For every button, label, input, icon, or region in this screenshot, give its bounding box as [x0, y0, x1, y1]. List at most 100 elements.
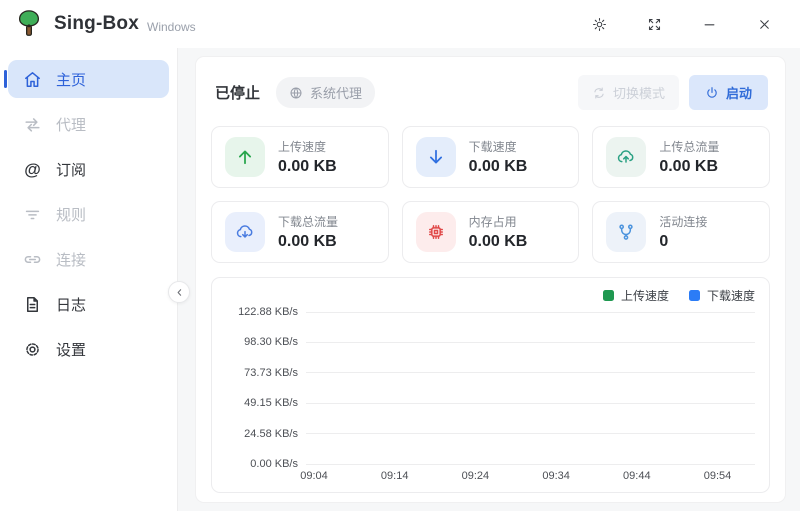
- sidebar-item-settings[interactable]: 设置: [8, 330, 169, 368]
- service-status: 已停止: [215, 82, 260, 103]
- sidebar-collapse-button[interactable]: [168, 281, 190, 303]
- traffic-chart-card: 上传速度 下载速度 122.88 KB/s 98.30 KB/s 73.73 KB/…: [211, 277, 770, 493]
- sidebar-item-label: 连接: [56, 249, 86, 270]
- gridline: [306, 312, 755, 313]
- gridline: [306, 372, 755, 373]
- sidebar-item-label: 代理: [56, 114, 86, 135]
- expand-icon: [647, 17, 662, 32]
- sidebar-item-proxy[interactable]: 代理: [8, 105, 169, 143]
- app-body: 主页 代理 @ 订阅 规则: [0, 48, 800, 511]
- system-proxy-badge[interactable]: 系统代理: [276, 77, 375, 108]
- stat-texts: 活动连接 0: [659, 213, 707, 251]
- stat-card-download-total: 下载总流量 0.00 KB: [211, 201, 389, 263]
- download-total-cloud-icon: [225, 212, 265, 252]
- app-window: Sing-Box Windows: [0, 0, 800, 511]
- sidebar-item-label: 订阅: [56, 159, 86, 180]
- home-icon: [23, 70, 42, 89]
- stat-label: 上传总流量: [659, 138, 719, 155]
- logs-document-icon: [23, 295, 42, 314]
- minimize-button[interactable]: [699, 14, 719, 34]
- x-axis-tick-label: 09:54: [704, 470, 732, 482]
- legend-label: 上传速度: [621, 287, 669, 304]
- sidebar-item-label: 日志: [56, 294, 86, 315]
- theme-toggle-button[interactable]: [589, 14, 609, 34]
- y-axis-tick-label: 73.73 KB/s: [226, 367, 306, 379]
- stat-value: 0.00 KB: [469, 158, 528, 176]
- stat-card-upload-speed: 上传速度 0.00 KB: [211, 126, 389, 188]
- stat-value: 0.00 KB: [278, 158, 337, 176]
- titlebar: Sing-Box Windows: [0, 0, 800, 48]
- upload-speed-arrow-icon: [225, 137, 265, 177]
- stat-value: 0.00 KB: [659, 158, 719, 176]
- gridline: [306, 433, 755, 434]
- stat-value: 0.00 KB: [278, 233, 338, 251]
- legend-label: 下载速度: [707, 287, 755, 304]
- globe-icon: [289, 86, 303, 100]
- chart-gridline-row: 24.58 KB/s: [226, 428, 755, 440]
- y-axis-tick-label: 24.58 KB/s: [226, 428, 306, 440]
- minimize-icon: [702, 17, 717, 32]
- memory-chip-icon: [416, 212, 456, 252]
- x-axis-tick-label: 09:24: [462, 470, 490, 482]
- legend-download-speed: 下载速度: [689, 287, 755, 304]
- app-title: Sing-Box: [54, 13, 139, 35]
- chart-plot-area: 122.88 KB/s98.30 KB/s73.73 KB/s49.15 KB/…: [226, 312, 755, 464]
- settings-gear-icon: [23, 340, 42, 359]
- stat-texts: 下载速度 0.00 KB: [469, 138, 528, 176]
- download-speed-arrow-icon: [416, 137, 456, 177]
- stat-label: 内存占用: [469, 213, 528, 230]
- sidebar-item-home[interactable]: 主页: [8, 60, 169, 98]
- y-axis-tick-label: 98.30 KB/s: [226, 336, 306, 348]
- legend-upload-speed: 上传速度: [603, 287, 669, 304]
- sidebar-item-connections[interactable]: 连接: [8, 240, 169, 278]
- app-logo-tree-icon: [14, 9, 44, 39]
- x-axis-tick-label: 09:44: [623, 470, 651, 482]
- start-label: 启动: [726, 83, 752, 102]
- stat-value: 0.00 KB: [469, 233, 528, 251]
- stat-value: 0: [659, 233, 707, 251]
- gridline: [306, 464, 755, 465]
- sidebar-item-logs[interactable]: 日志: [8, 285, 169, 323]
- rules-filter-icon: [23, 205, 42, 224]
- close-button[interactable]: [754, 14, 774, 34]
- stat-card-download-speed: 下载速度 0.00 KB: [402, 126, 580, 188]
- x-axis-tick-label: 09:14: [381, 470, 409, 482]
- stat-label: 活动连接: [659, 213, 707, 230]
- chart-gridline-row: 122.88 KB/s: [226, 306, 755, 318]
- sidebar-item-rules[interactable]: 规则: [8, 195, 169, 233]
- status-header: 已停止 系统代理 切换模式: [215, 75, 768, 110]
- proxy-swap-icon: [23, 115, 42, 134]
- stat-texts: 内存占用 0.00 KB: [469, 213, 528, 251]
- chevron-left-icon: [174, 287, 185, 298]
- main-area: 已停止 系统代理 切换模式: [178, 48, 800, 511]
- sidebar-item-subscription[interactable]: @ 订阅: [8, 150, 169, 188]
- stat-texts: 上传速度 0.00 KB: [278, 138, 337, 176]
- download-legend-swatch: [689, 290, 700, 301]
- subscription-at-icon: @: [23, 160, 42, 179]
- chart-legend: 上传速度 下载速度: [226, 287, 755, 304]
- start-button[interactable]: 启动: [689, 75, 768, 110]
- stat-label: 下载总流量: [278, 213, 338, 230]
- chart-gridline-row: 73.73 KB/s: [226, 367, 755, 379]
- connections-link-icon: [23, 250, 42, 269]
- x-axis-tick-label: 09:34: [542, 470, 570, 482]
- close-icon: [757, 17, 772, 32]
- y-axis-tick-label: 49.15 KB/s: [226, 397, 306, 409]
- upload-total-cloud-icon: [606, 137, 646, 177]
- sidebar-item-label: 规则: [56, 204, 86, 225]
- chart-gridline-row: 98.30 KB/s: [226, 336, 755, 348]
- stat-card-upload-total: 上传总流量 0.00 KB: [592, 126, 770, 188]
- upload-legend-swatch: [603, 290, 614, 301]
- main-card: 已停止 系统代理 切换模式: [195, 56, 786, 503]
- stat-card-active-connections: 活动连接 0: [592, 201, 770, 263]
- switch-mode-refresh-icon: [592, 86, 606, 100]
- stat-texts: 上传总流量 0.00 KB: [659, 138, 719, 176]
- stats-grid: 上传速度 0.00 KB 下载速度 0.00 KB: [211, 126, 770, 263]
- stat-label: 上传速度: [278, 138, 337, 155]
- chart-gridline-row: 49.15 KB/s: [226, 397, 755, 409]
- chart-x-axis: 09:0409:1409:2409:3409:4409:54: [314, 470, 755, 488]
- fullscreen-button[interactable]: [644, 14, 664, 34]
- sun-icon: [592, 17, 607, 32]
- gridline: [306, 342, 755, 343]
- switch-mode-button[interactable]: 切换模式: [578, 75, 679, 110]
